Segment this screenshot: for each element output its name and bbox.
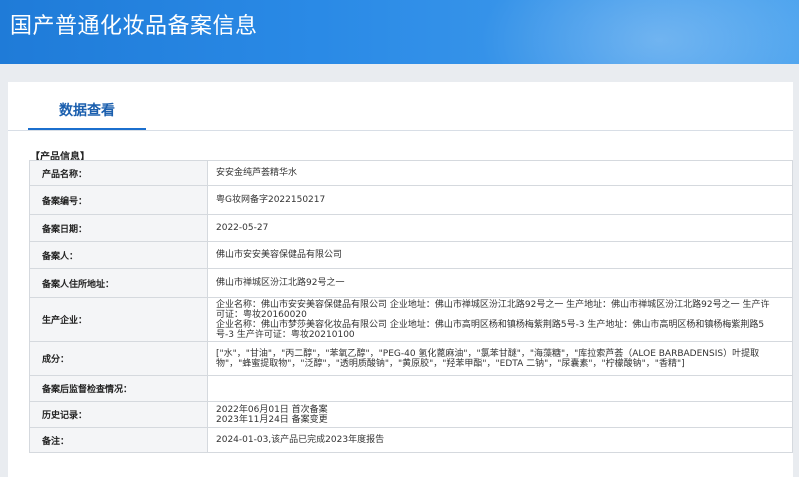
table-row-history: 历史记录： 2022年06月01日 首次备案 2023年11月24日 备案变更	[29, 401, 793, 428]
table-row-remarks: 备注： 2024-01-03,该产品已完成2023年度报告	[29, 427, 793, 453]
filer-label: 备案人：	[29, 241, 208, 269]
manufacturer-value: 企业名称：佛山市安安美容保健品有限公司 企业地址：佛山市禅城区汾江北路92号之一…	[207, 297, 793, 342]
table-row-product-name: 产品名称： 安安金纯芦荟精华水	[29, 160, 793, 186]
filing-date-value: 2022-05-27	[207, 214, 793, 242]
manufacturer-label: 生产企业：	[29, 297, 208, 342]
filer-value-line: 佛山市安安美容保健品有限公司	[216, 250, 343, 260]
manufacturer-value-line: 企业名称：佛山市安安美容保健品有限公司 企业地址：佛山市禅城区汾江北路92号之一…	[216, 299, 770, 310]
product-name-value-line: 安安金纯芦荟精华水	[216, 168, 298, 178]
ingredients-label: 成分：	[29, 341, 208, 376]
filing-number-label: 备案编号：	[29, 185, 208, 215]
table-row-post-filing-inspection: 备案后监督检查情况：	[29, 375, 793, 402]
manufacturer-value-line: 号-3 生产许可证：粤妆20210100	[216, 329, 355, 340]
table-row-filing-number: 备案编号： 粤G妆网备字2022150217	[29, 185, 793, 215]
filer-value: 佛山市安安美容保健品有限公司	[207, 241, 793, 269]
filing-date-value-line: 2022-05-27	[216, 223, 269, 233]
history-value-line: 2022年06月01日 首次备案	[216, 404, 328, 415]
table-row-filer: 备案人： 佛山市安安美容保健品有限公司	[29, 241, 793, 269]
remarks-label: 备注：	[29, 427, 208, 453]
manufacturer-value-line: 企业名称：佛山市梦莎美容化妆品有限公司 企业地址：佛山市高明区杨和镇杨梅紫荆路5…	[216, 319, 765, 330]
ingredients-value: ["水"，"甘油"，"丙二醇"，"苯氧乙醇"，"PEG-40 氢化蓖麻油"，"氯…	[207, 341, 793, 376]
filing-number-value: 粤G妆网备字2022150217	[207, 185, 793, 215]
filing-number-value-line: 粤G妆网备字2022150217	[216, 195, 326, 205]
post-filing-inspection-value	[207, 375, 793, 402]
filer-address-label: 备案人住所地址：	[29, 268, 208, 298]
table-row-ingredients: 成分： ["水"，"甘油"，"丙二醇"，"苯氧乙醇"，"PEG-40 氢化蓖麻油"…	[29, 341, 793, 376]
product-info-table: 产品名称： 安安金纯芦荟精华水 备案编号： 粤G妆网备字2022150217 备案日期：…	[29, 160, 793, 453]
manufacturer-value-line: 可证：粤妆20160020	[216, 309, 307, 320]
tab-data-view[interactable]: 数据查看	[28, 94, 146, 128]
remarks-value: 2024-01-03,该产品已完成2023年度报告	[207, 427, 793, 453]
history-value-line: 2023年11月24日 备案变更	[216, 414, 328, 425]
header-glow-decoration	[479, 0, 799, 64]
filer-address-value-line: 佛山市禅城区汾江北路92号之一	[216, 278, 345, 288]
content-panel: 数据查看 【产品信息】 产品名称： 安安金纯芦荟精华水 备案编号： 粤G妆网备字202…	[8, 82, 793, 477]
table-row-filing-date: 备案日期： 2022-05-27	[29, 214, 793, 242]
table-row-filer-address: 备案人住所地址： 佛山市禅城区汾江北路92号之一	[29, 268, 793, 298]
tab-divider	[8, 130, 793, 131]
product-name-value: 安安金纯芦荟精华水	[207, 160, 793, 186]
product-name-label: 产品名称：	[29, 160, 208, 186]
page-header: 国产普通化妆品备案信息	[0, 0, 799, 64]
ingredients-value-line: ["水"，"甘油"，"丙二醇"，"苯氧乙醇"，"PEG-40 氢化蓖麻油"，"氯…	[216, 348, 760, 359]
ingredients-value-line: 物"，"蜂蜜提取物"，"泛醇"，"透明质酸钠"，"黄原胶"，"羟苯甲酯"，"ED…	[216, 358, 685, 369]
filing-date-label: 备案日期：	[29, 214, 208, 242]
table-row-manufacturer: 生产企业： 企业名称：佛山市安安美容保健品有限公司 企业地址：佛山市禅城区汾江北路…	[29, 297, 793, 342]
history-label: 历史记录：	[29, 401, 208, 428]
page-title: 国产普通化妆品备案信息	[10, 14, 258, 39]
remarks-value-line: 2024-01-03,该产品已完成2023年度报告	[216, 435, 385, 445]
filer-address-value: 佛山市禅城区汾江北路92号之一	[207, 268, 793, 298]
post-filing-inspection-label: 备案后监督检查情况：	[29, 375, 208, 402]
history-value: 2022年06月01日 首次备案 2023年11月24日 备案变更	[207, 401, 793, 428]
